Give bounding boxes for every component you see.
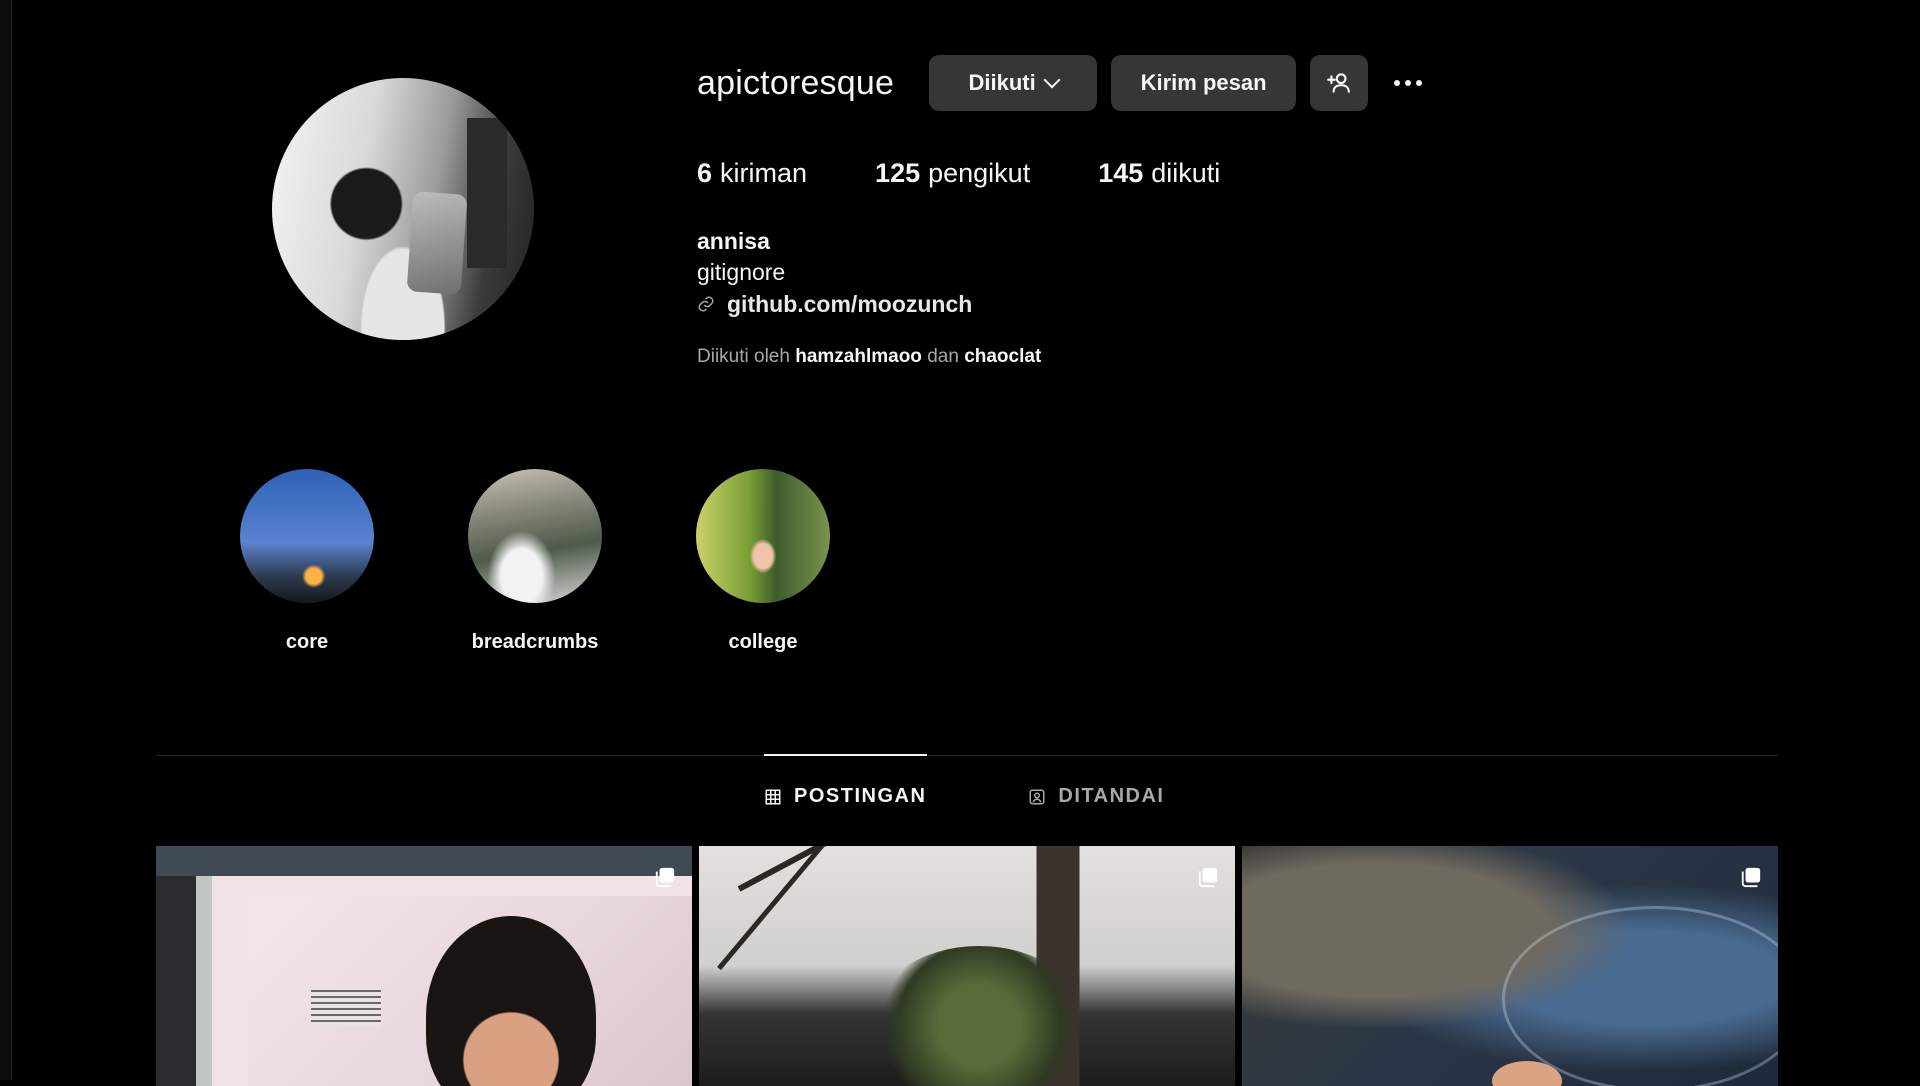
tab-posts[interactable]: POSTINGAN <box>764 785 926 808</box>
avatar-background-panel <box>467 118 507 268</box>
followers-label: pengikut <box>928 158 1031 188</box>
followed-by[interactable]: Diikuti oleh hamzahlmaoo dan chaoclat <box>697 346 1041 368</box>
highlight-core[interactable]: core <box>240 469 374 654</box>
profile-avatar[interactable] <box>272 78 534 340</box>
profile-tabs: POSTINGAN DITANDAI <box>764 785 1164 808</box>
username: apictoresque <box>697 63 895 102</box>
active-tab-indicator <box>764 754 927 756</box>
tagged-user-icon <box>1029 789 1045 804</box>
story-highlights: core breadcrumbs college <box>240 469 924 654</box>
following-count: 145 <box>1098 158 1144 188</box>
display-name: annisa <box>697 228 770 254</box>
multiple-posts-icon <box>1741 867 1761 888</box>
tab-posts-label: POSTINGAN <box>794 785 927 807</box>
following-stat[interactable]: 145 diikuti <box>1098 158 1220 189</box>
highlight-cover <box>696 469 830 603</box>
post-image-detail <box>311 986 381 1026</box>
send-message-button[interactable]: Kirim pesan <box>1111 55 1297 111</box>
followed-by-user[interactable]: hamzahlmaoo <box>795 346 922 367</box>
posts-count: 6 <box>697 158 713 188</box>
post-thumbnail[interactable] <box>1242 846 1778 1086</box>
bio-text: gitignore <box>697 259 786 285</box>
posts-stat: 6 kiriman <box>697 158 807 189</box>
highlight-college[interactable]: college <box>696 469 830 654</box>
bio-link-text: github.com/moozunch <box>727 291 973 317</box>
posts-grid <box>156 846 1778 1086</box>
followers-stat[interactable]: 125 pengikut <box>875 158 1030 189</box>
send-message-label: Kirim pesan <box>1140 70 1267 95</box>
profile-bio: annisa gitignore github.com/moozunch Dii… <box>697 226 1041 368</box>
window-edge <box>0 0 12 1080</box>
bio-link[interactable]: github.com/moozunch <box>697 288 1041 320</box>
post-thumbnail[interactable] <box>699 846 1235 1086</box>
followed-by-user[interactable]: chaoclat <box>964 346 1041 367</box>
more-dot <box>1394 80 1401 86</box>
tab-tagged[interactable]: DITANDAI <box>1028 785 1164 808</box>
post-image-detail <box>717 846 914 971</box>
more-dot <box>1416 80 1423 86</box>
avatar-phone <box>406 191 468 295</box>
following-button-label: Diikuti <box>968 70 1036 95</box>
profile-header: apictoresque Diikuti Kirim pesan <box>697 54 1423 112</box>
multiple-posts-icon <box>655 867 675 888</box>
posts-label: kiriman <box>720 158 808 188</box>
tab-tagged-label: DITANDAI <box>1058 785 1165 807</box>
followers-count: 125 <box>875 158 921 188</box>
post-image-detail <box>1502 906 1778 1086</box>
link-icon <box>698 296 714 312</box>
suggest-user-button[interactable] <box>1310 55 1369 111</box>
post-thumbnail[interactable] <box>156 846 692 1086</box>
followed-by-prefix: Diikuti oleh <box>697 346 790 367</box>
highlight-cover <box>240 469 374 603</box>
grid-icon <box>765 789 781 804</box>
highlight-label: core <box>285 631 329 653</box>
more-dot <box>1405 80 1412 86</box>
following-button[interactable]: Diikuti <box>929 55 1098 111</box>
highlight-breadcrumbs[interactable]: breadcrumbs <box>468 469 602 654</box>
more-options-button[interactable] <box>1394 80 1423 86</box>
highlight-cover <box>468 469 602 603</box>
highlight-label: college <box>728 631 798 653</box>
highlight-label: breadcrumbs <box>471 631 599 653</box>
followed-by-conjunction: dan <box>927 346 959 367</box>
post-image-subject <box>869 946 1089 1086</box>
multiple-posts-icon <box>1198 867 1218 888</box>
add-user-icon <box>1327 73 1350 93</box>
profile-stats: 6 kiriman 125 pengikut 145 diikuti <box>697 158 1288 189</box>
following-label: diikuti <box>1151 158 1221 188</box>
tab-divider <box>156 755 1778 756</box>
chevron-down-icon <box>1043 71 1061 89</box>
